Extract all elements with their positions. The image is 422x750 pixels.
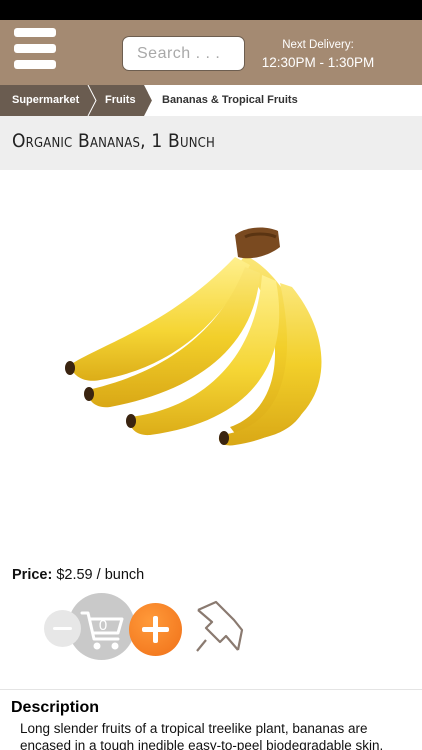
cart-quantity: 0 [98,617,108,634]
app-header: Next Delivery: 12:30PM - 1:30PM [0,20,422,85]
minus-icon[interactable] [44,610,81,647]
description-text: Long slender fruits of a tropical treeli… [20,721,384,750]
divider [0,689,422,690]
menu-bar [14,60,56,69]
price: Price: $2.59 / bunch [12,567,144,583]
plus-icon[interactable] [129,603,182,656]
breadcrumb: Supermarket Fruits Bananas & Tropical Fr… [0,85,422,116]
description-heading: Description [11,699,100,716]
menu-bar [14,28,56,37]
breadcrumb-separator-icon [140,85,156,116]
pushpin-icon[interactable] [194,596,252,654]
search-input[interactable] [122,36,245,71]
breadcrumb-supermarket[interactable]: Supermarket [0,85,88,116]
breadcrumb-bananas-tropical[interactable]: Bananas & Tropical Fruits [148,85,422,116]
breadcrumb-separator-icon [84,85,97,116]
delivery-time: 12:30PM - 1:30PM [261,55,375,70]
price-value: $2.59 / bunch [52,567,145,583]
delivery-label: Next Delivery: [282,39,354,51]
status-bar [0,0,422,20]
next-delivery-info: Next Delivery: 12:30PM - 1:30PM [252,38,384,72]
menu-bar [14,44,56,53]
hamburger-menu-icon[interactable] [14,28,58,72]
product-title-bar: Organic Bananas, 1 Bunch [0,116,422,170]
price-label: Price: [12,567,53,583]
product-title: Organic Bananas, 1 Bunch [12,130,216,152]
banana-bunch-image [65,227,322,446]
